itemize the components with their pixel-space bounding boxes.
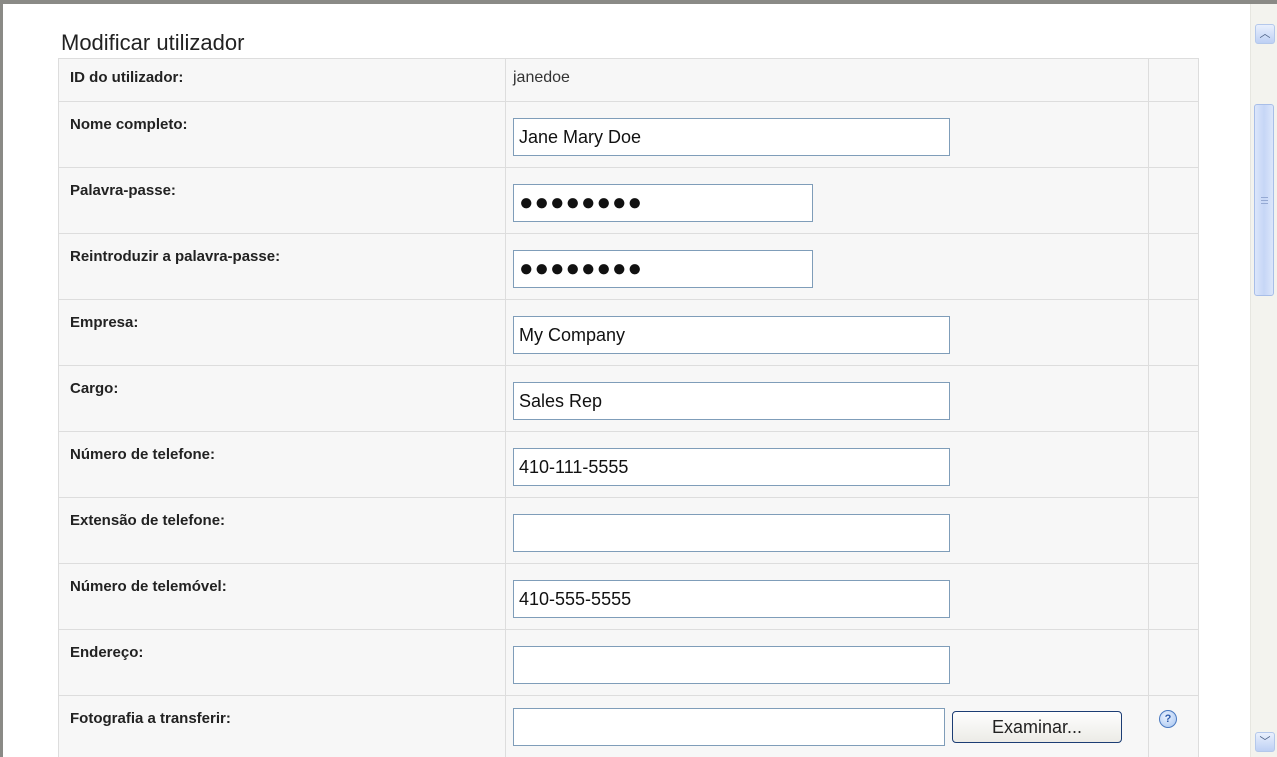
- help-cell-empty: [1148, 629, 1199, 696]
- job-title-input[interactable]: [513, 382, 950, 420]
- full-name-label: Nome completo:: [58, 101, 506, 168]
- help-cell: ?: [1148, 695, 1199, 757]
- help-cell-empty: [1148, 365, 1199, 432]
- user-id-label: ID do utilizador:: [58, 58, 506, 102]
- photo-upload-group: Examinar...: [513, 708, 1148, 746]
- help-icon[interactable]: ?: [1159, 710, 1177, 728]
- form-row-job-title: Cargo:: [58, 365, 1199, 432]
- job-title-label: Cargo:: [58, 365, 506, 432]
- mobile-input[interactable]: [513, 580, 950, 618]
- help-cell-empty: [1148, 101, 1199, 168]
- scrollbar-grip-line: [1261, 203, 1268, 204]
- form-row-address: Endereço:: [58, 629, 1199, 696]
- browse-button[interactable]: Examinar...: [952, 711, 1122, 743]
- form-row-password-confirm: Reintroduzir a palavra-passe:: [58, 233, 1199, 300]
- company-label: Empresa:: [58, 299, 506, 366]
- form-row-user-id: ID do utilizador: janedoe: [58, 58, 1199, 102]
- help-cell-empty: [1148, 431, 1199, 498]
- page-title: Modificar utilizador: [61, 30, 245, 55]
- help-cell-empty: [1148, 233, 1199, 300]
- page-content: Modificar utilizador ID do utilizador: j…: [3, 4, 1250, 757]
- chevron-down-icon[interactable]: ﹀: [1255, 732, 1275, 752]
- user-form-table: ID do utilizador: janedoe Nome completo:…: [58, 58, 1199, 757]
- form-row-phone: Número de telefone:: [58, 431, 1199, 498]
- phone-label: Número de telefone:: [58, 431, 506, 498]
- help-cell-empty: [1148, 563, 1199, 630]
- vertical-scrollbar[interactable]: ︿ ﹀: [1250, 4, 1277, 757]
- address-label: Endereço:: [58, 629, 506, 696]
- form-row-mobile: Número de telemóvel:: [58, 563, 1199, 630]
- company-input[interactable]: [513, 316, 950, 354]
- chevron-up-icon[interactable]: ︿: [1255, 24, 1275, 44]
- password-input[interactable]: [513, 184, 813, 222]
- form-row-full-name: Nome completo:: [58, 101, 1199, 168]
- scrollbar-thumb[interactable]: [1254, 104, 1274, 296]
- photo-file-input[interactable]: [513, 708, 945, 746]
- user-id-value: janedoe: [513, 69, 570, 86]
- password-confirm-input[interactable]: [513, 250, 813, 288]
- phone-input[interactable]: [513, 448, 950, 486]
- photo-label: Fotografia a transferir:: [58, 695, 506, 757]
- help-cell-empty: [1148, 299, 1199, 366]
- form-row-phone-ext: Extensão de telefone:: [58, 497, 1199, 564]
- form-row-photo: Fotografia a transferir: Examinar... ?: [58, 695, 1199, 757]
- phone-ext-input[interactable]: [513, 514, 950, 552]
- mobile-label: Número de telemóvel:: [58, 563, 506, 630]
- full-name-input[interactable]: [513, 118, 950, 156]
- form-row-password: Palavra-passe:: [58, 167, 1199, 234]
- scrollbar-grip-line: [1261, 200, 1268, 201]
- help-cell-empty: [1148, 497, 1199, 564]
- phone-ext-label: Extensão de telefone:: [58, 497, 506, 564]
- address-input[interactable]: [513, 646, 950, 684]
- password-label: Palavra-passe:: [58, 167, 506, 234]
- password-confirm-label: Reintroduzir a palavra-passe:: [58, 233, 506, 300]
- scrollbar-grip-line: [1261, 197, 1268, 198]
- help-cell-empty: [1148, 167, 1199, 234]
- help-cell-empty: [1148, 58, 1199, 102]
- form-row-company: Empresa:: [58, 299, 1199, 366]
